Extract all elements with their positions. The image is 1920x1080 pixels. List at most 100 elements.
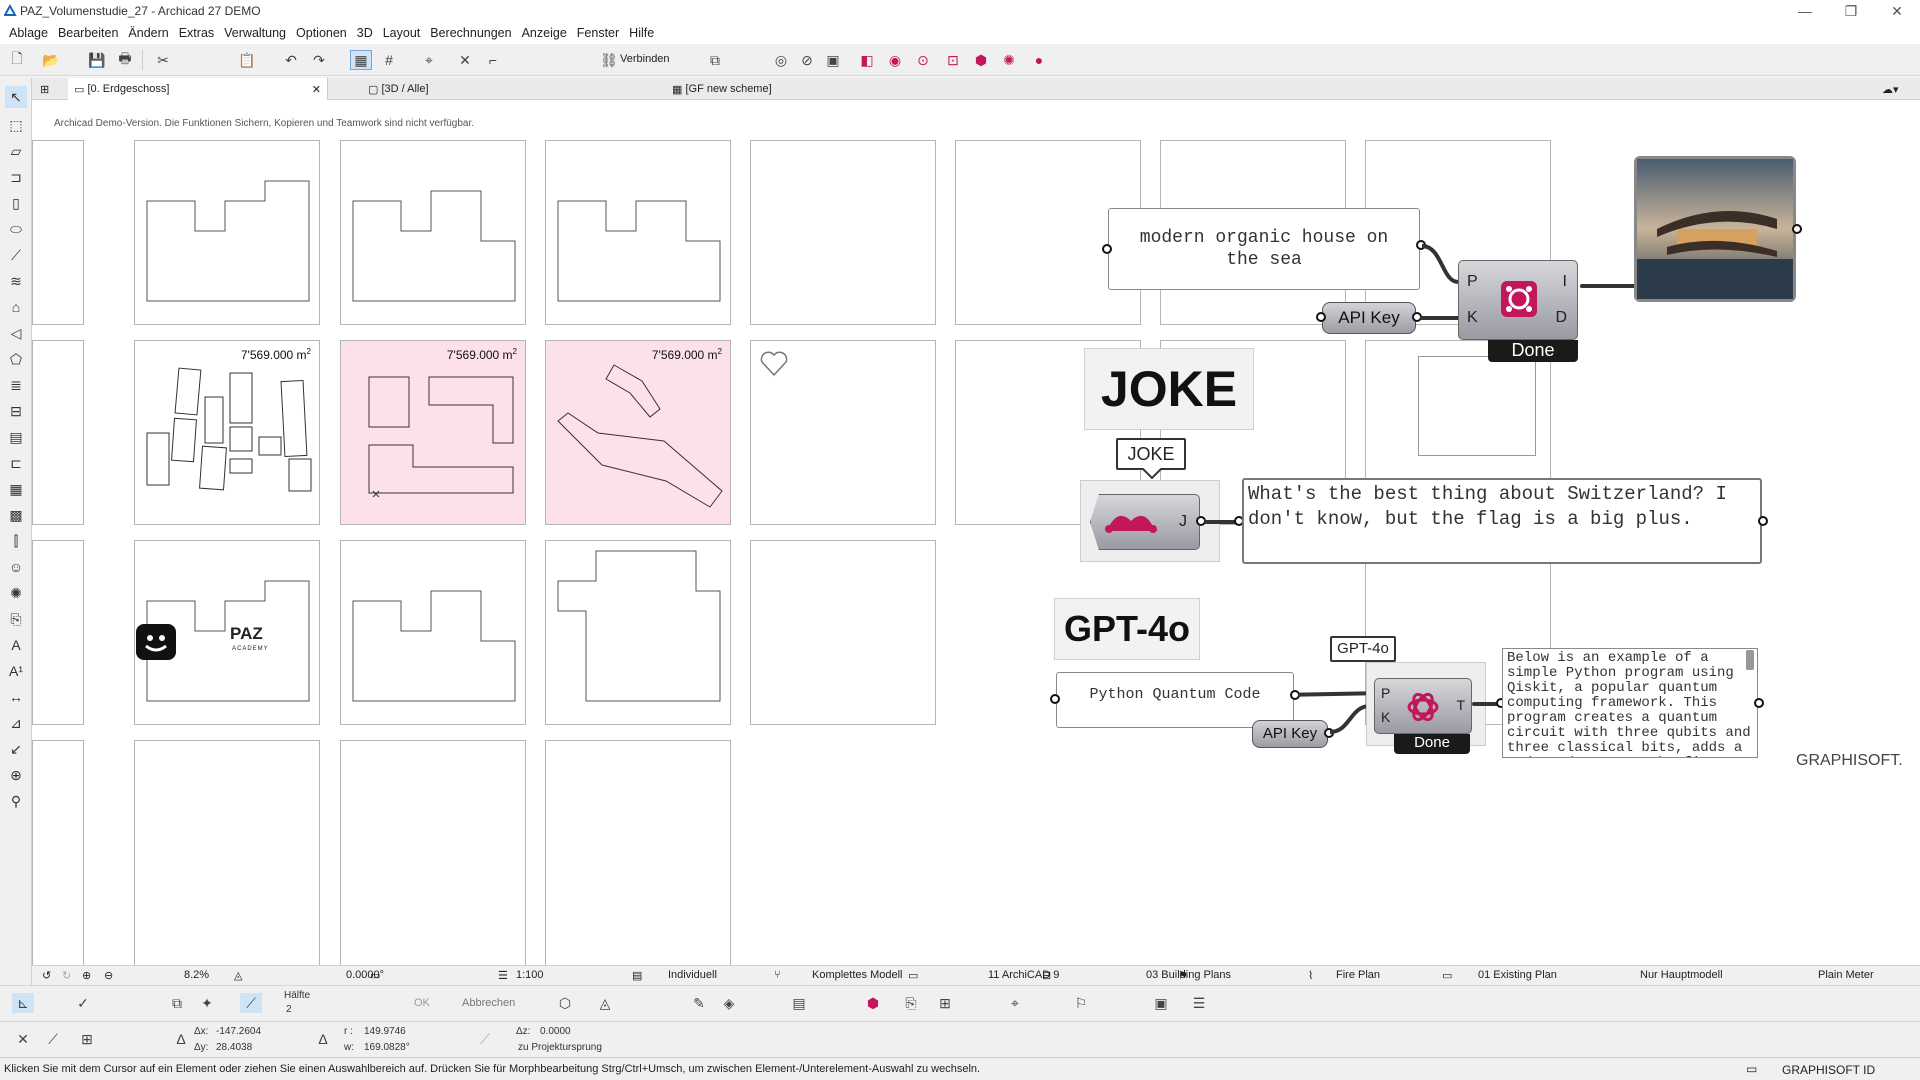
beam-tool-icon[interactable]: ⟋	[5, 244, 27, 266]
zoom-in-icon[interactable]: ⊕	[82, 969, 91, 982]
view-toggle-icon[interactable]: ⊞	[40, 78, 49, 100]
menu-aendern[interactable]: Ändern	[128, 26, 168, 40]
redo-icon[interactable]: ↷	[308, 50, 330, 70]
surface-icon[interactable]: ⬢	[862, 993, 884, 1013]
model-view-value[interactable]: Komplettes Modell	[812, 969, 903, 981]
list-icon[interactable]: ☰	[1188, 993, 1210, 1013]
port[interactable]	[1316, 312, 1326, 322]
minimize-button[interactable]: —	[1782, 0, 1828, 22]
wall-tool-icon[interactable]: ▱	[5, 140, 27, 162]
plugin-icon-6[interactable]: ✺	[998, 50, 1020, 70]
level-dim-icon[interactable]: ⊿	[5, 712, 27, 734]
open-file-icon[interactable]: 📂	[40, 50, 62, 70]
stair-tool-icon[interactable]: ≋	[5, 270, 27, 292]
grid-icon[interactable]: #	[378, 50, 400, 70]
paste-icon[interactable]: 📋	[236, 50, 258, 70]
column-tool-icon[interactable]: ▯	[5, 192, 27, 214]
pencil-icon[interactable]: ✎	[688, 993, 710, 1013]
r-value[interactable]: 149.9746	[364, 1026, 406, 1037]
undo-icon[interactable]: ↶	[280, 50, 302, 70]
menu-extras[interactable]: Extras	[179, 26, 214, 40]
heart-icon[interactable]	[759, 349, 789, 377]
flag-icon[interactable]: ⚐	[1070, 993, 1092, 1013]
adjust-icon[interactable]: ⌐	[482, 50, 504, 70]
layer-set-value[interactable]: 03 Building Plans	[1146, 969, 1231, 981]
snap-icon[interactable]: ⟋	[42, 1029, 64, 1049]
port[interactable]	[1792, 224, 1802, 234]
angle-lock-icon[interactable]: ⟋	[474, 1029, 496, 1049]
mvo-value[interactable]: Fire Plan	[1336, 969, 1380, 981]
menu-3d[interactable]: 3D	[357, 26, 373, 40]
cancel-button[interactable]: Abbrechen	[462, 997, 515, 1009]
id-icon[interactable]: ▣	[1150, 993, 1172, 1013]
menu-fenster[interactable]: Fenster	[577, 26, 619, 40]
geometry-method-icon[interactable]: ⟋	[240, 993, 262, 1013]
menu-verwaltung[interactable]: Verwaltung	[224, 26, 286, 40]
dimension-value[interactable]: Plain Meter	[1818, 969, 1874, 981]
delta-icon[interactable]: Δ	[170, 1029, 192, 1049]
menu-hilfe[interactable]: Hilfe	[629, 26, 654, 40]
3d-box-icon[interactable]: ⬡	[554, 993, 576, 1013]
tracker-icon[interactable]: ⌖	[418, 50, 440, 70]
delete-icon[interactable]: ✕	[12, 1029, 34, 1049]
label-tool-icon[interactable]: ⎘	[5, 608, 27, 630]
hatch-icon[interactable]: ▤	[788, 993, 810, 1013]
plugin-icon-1[interactable]: ◧	[856, 50, 878, 70]
ok-button[interactable]: OK	[414, 997, 430, 1009]
menu-optionen[interactable]: Optionen	[296, 26, 347, 40]
grid-snap-icon[interactable]: ▦	[350, 50, 372, 70]
tab-3d[interactable]: ▢ [3D / Alle]	[368, 78, 429, 100]
menu-layout[interactable]: Layout	[383, 26, 421, 40]
joke-node[interactable]: J	[1090, 494, 1200, 550]
zoom-out-icon[interactable]: ⊖	[104, 969, 113, 982]
plugin-icon-3[interactable]: ⊙	[912, 50, 934, 70]
joke-output-panel[interactable]: What's the best thing about Switzerland?…	[1242, 478, 1762, 564]
layers-icon[interactable]: ⧉	[704, 50, 726, 70]
light-tool-icon[interactable]: ✺	[5, 582, 27, 604]
object-tool-icon[interactable]: ▦	[5, 478, 27, 500]
renovation-value[interactable]: 01 Existing Plan	[1478, 969, 1557, 981]
half-value[interactable]: 2	[286, 1004, 292, 1015]
dx-value[interactable]: -147.2604	[216, 1026, 261, 1037]
save-icon[interactable]: 💾	[86, 50, 108, 70]
render-icon[interactable]: ▣	[822, 50, 844, 70]
connect-icon[interactable]: ⛓	[598, 50, 620, 70]
section-tool-icon[interactable]: ⊕	[5, 764, 27, 786]
port[interactable]	[1050, 694, 1060, 704]
w-value[interactable]: 169.0828°	[364, 1042, 410, 1053]
grid-element-icon[interactable]: ⊞	[934, 993, 956, 1013]
scrollbar-thumb[interactable]	[1746, 650, 1754, 670]
label-text-icon[interactable]: A¹	[5, 660, 27, 682]
port[interactable]	[1102, 244, 1112, 254]
morph-tool-icon[interactable]: ⬠	[5, 348, 27, 370]
plugin-icon-4[interactable]: ⊡	[942, 50, 964, 70]
arrow-tool-icon[interactable]: ↖	[5, 86, 27, 108]
redo-view-icon[interactable]: ↻	[62, 969, 71, 982]
measure-icon[interactable]: ⌖	[1004, 993, 1026, 1013]
menu-berechnungen[interactable]: Berechnungen	[430, 26, 511, 40]
drawing-canvas[interactable]: Archicad Demo-Version. Die Funktionen Si…	[32, 100, 1920, 965]
graphisoft-id[interactable]: GRAPHISOFT ID	[1782, 1063, 1875, 1077]
trim-icon[interactable]: ✕	[454, 50, 476, 70]
slab-tool-icon[interactable]: ⬭	[5, 218, 27, 240]
menu-ablage[interactable]: Ablage	[9, 26, 48, 40]
gravity-icon[interactable]: ◬	[594, 993, 616, 1013]
crop-icon[interactable]: ⧉	[166, 993, 188, 1013]
selection-method-icon[interactable]: ⊾	[12, 993, 34, 1013]
undo-view-icon[interactable]: ↺	[42, 969, 51, 982]
image-gen-node[interactable]: P K I D	[1458, 260, 1578, 340]
plugin-icon-7[interactable]: ●	[1028, 50, 1050, 70]
tab-scheme[interactable]: ▦ [GF new scheme]	[672, 78, 772, 100]
check-icon[interactable]: ✓	[72, 993, 94, 1013]
delta-polar-icon[interactable]: Δ	[312, 1029, 334, 1049]
view-options-icon[interactable]: ☁▾	[1882, 78, 1899, 100]
zoom-value[interactable]: 8.2%	[184, 969, 209, 981]
marker-tool-icon[interactable]: ⚲	[5, 790, 27, 812]
tab-close-icon[interactable]: ✕	[312, 83, 321, 96]
shell-tool-icon[interactable]: ◁	[5, 322, 27, 344]
radial-dim-icon[interactable]: ↙	[5, 738, 27, 760]
screen-icon[interactable]: ▭	[1746, 1062, 1757, 1076]
close-button[interactable]: ✕	[1874, 0, 1920, 22]
navigate-icon[interactable]: ⊘	[796, 50, 818, 70]
api-key-node-2[interactable]: API Key	[1252, 720, 1328, 748]
